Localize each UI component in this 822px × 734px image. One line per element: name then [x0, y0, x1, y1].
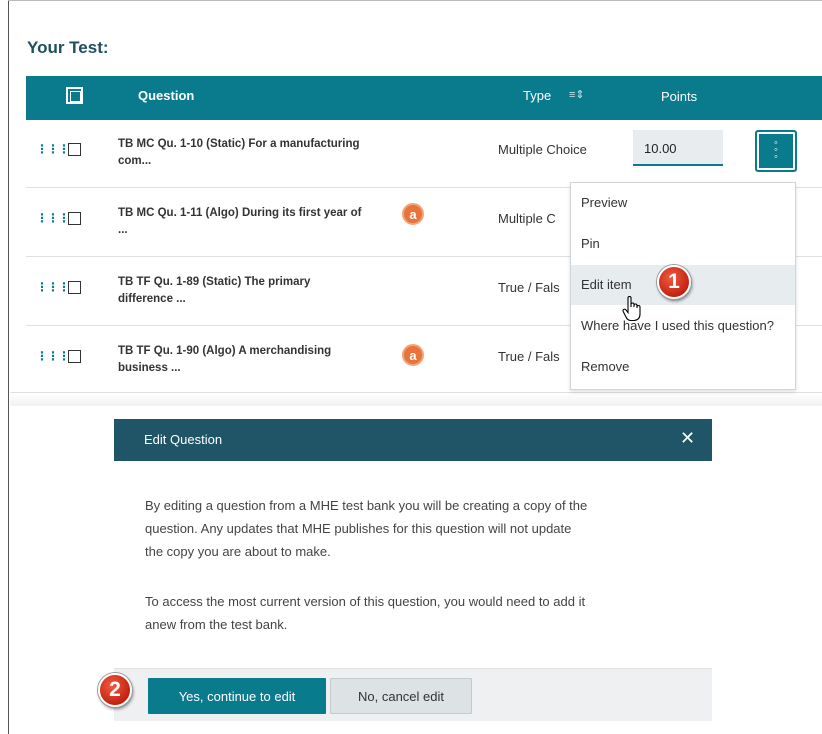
sort-icon[interactable]: ≡⇕	[569, 88, 585, 101]
column-header-question[interactable]: Question	[138, 88, 194, 103]
more-options-button[interactable]: ◦ ◦ ◦	[755, 130, 797, 172]
dialog-note-line: To access the most current version of th…	[145, 594, 586, 609]
table-header: Question Type ≡⇕ Points	[26, 76, 822, 120]
question-title[interactable]: TB MC Qu. 1-11 (Algo) During its first y…	[118, 205, 408, 239]
row-checkbox[interactable]	[68, 212, 81, 225]
more-options-icon: ◦ ◦ ◦	[774, 137, 778, 163]
question-title-line: TB TF Qu. 1-90 (Algo) A merchandising	[118, 345, 332, 357]
question-title-line: TB MC Qu. 1-11 (Algo) During its first y…	[118, 207, 362, 219]
algorithmic-badge-icon: a	[402, 344, 424, 366]
cancel-edit-button[interactable]: No, cancel edit	[330, 678, 472, 714]
question-type: Multiple C	[498, 211, 556, 226]
question-type: True / Fals	[498, 280, 560, 295]
points-input[interactable]: 10.00	[633, 130, 723, 166]
step-callout-1: 1	[657, 265, 691, 299]
edit-question-dialog: Edit Question ✕ By editing a question fr…	[114, 419, 712, 721]
question-title[interactable]: TB TF Qu. 1-90 (Algo) A merchandising bu…	[118, 343, 408, 377]
question-title[interactable]: TB TF Qu. 1-89 (Static) The primary diff…	[118, 274, 408, 308]
dialog-title: Edit Question	[144, 432, 223, 447]
menu-item-where-used[interactable]: Where have I used this question?	[571, 306, 795, 346]
confirm-edit-button[interactable]: Yes, continue to edit	[148, 678, 326, 714]
dialog-note: To access the most current version of th…	[145, 590, 697, 636]
select-all-checkbox[interactable]	[66, 87, 83, 104]
menu-item-preview[interactable]: Preview	[571, 183, 795, 223]
window-border-top	[8, 0, 822, 1]
question-title-line: business ...	[118, 362, 181, 374]
close-icon[interactable]: ✕	[680, 428, 695, 449]
dialog-message-line: the copy you are about to make.	[145, 544, 331, 559]
row-checkbox[interactable]	[68, 143, 81, 156]
question-title-line: TB MC Qu. 1-10 (Static) For a manufactur…	[118, 138, 360, 150]
drag-handle-icon[interactable]: ⋮⋮⋮	[36, 142, 70, 156]
dialog-header: Edit Question ✕	[114, 419, 712, 461]
question-type: True / Fals	[498, 349, 560, 364]
step-callout-2: 2	[98, 673, 132, 707]
table-row: ⋮⋮⋮ TB MC Qu. 1-10 (Static) For a manufa…	[26, 120, 822, 188]
row-checkbox[interactable]	[68, 281, 81, 294]
question-title-line: TB TF Qu. 1-89 (Static) The primary	[118, 276, 311, 288]
question-type: Multiple Choice	[498, 142, 587, 157]
question-title-line: difference ...	[118, 293, 186, 305]
table-bottom-edge	[10, 392, 822, 406]
dialog-note-line: anew from the test bank.	[145, 617, 288, 632]
window-border-left	[8, 0, 9, 734]
question-title-line: com...	[118, 155, 152, 167]
drag-handle-icon[interactable]: ⋮⋮⋮	[36, 349, 70, 363]
menu-item-remove[interactable]: Remove	[571, 347, 795, 387]
row-checkbox[interactable]	[68, 350, 81, 363]
algorithmic-badge-icon: a	[402, 203, 424, 225]
page-title: Your Test:	[27, 38, 109, 57]
column-header-type[interactable]: Type	[523, 88, 551, 103]
dialog-footer: Yes, continue to edit No, cancel edit	[114, 668, 712, 721]
question-title-line: ...	[118, 224, 128, 236]
dialog-message-line: question. Any updates that MHE publishes…	[145, 521, 572, 536]
dialog-message-line: By editing a question from a MHE test ba…	[145, 498, 588, 513]
hand-pointer-icon	[622, 296, 641, 322]
question-title[interactable]: TB MC Qu. 1-10 (Static) For a manufactur…	[118, 136, 408, 170]
column-header-points: Points	[661, 89, 698, 104]
dialog-message: By editing a question from a MHE test ba…	[145, 494, 697, 563]
drag-handle-icon[interactable]: ⋮⋮⋮	[36, 280, 70, 294]
menu-item-pin[interactable]: Pin	[571, 224, 795, 264]
drag-handle-icon[interactable]: ⋮⋮⋮	[36, 211, 70, 225]
